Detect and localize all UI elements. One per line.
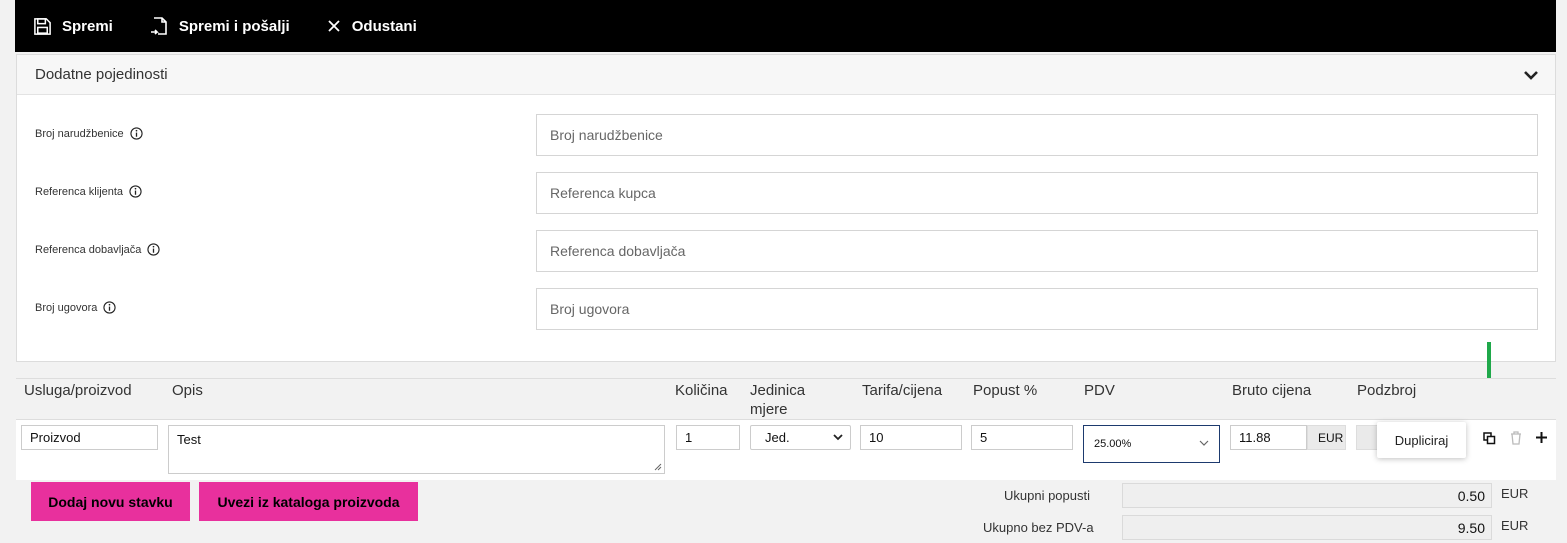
col-unit: Jedinica mjere <box>750 382 806 418</box>
col-discount: Popust % <box>973 382 1038 399</box>
total-net-value: 9.50 <box>1122 515 1492 540</box>
discount-input[interactable]: 5 <box>971 425 1073 450</box>
resize-handle-icon[interactable] <box>654 463 662 471</box>
unit-select[interactable]: Jed. <box>750 425 851 450</box>
col-description: Opis <box>172 382 203 399</box>
gross-price-input[interactable]: 11.88 <box>1230 425 1307 450</box>
info-icon[interactable] <box>129 185 142 198</box>
total-net-label: Ukupno bez PDV-a <box>983 520 1094 535</box>
info-icon[interactable] <box>147 243 161 256</box>
client-reference-input[interactable] <box>536 172 1538 214</box>
chevron-down-icon <box>1199 440 1209 446</box>
client-reference-row: Referenca klijenta <box>17 172 1555 214</box>
details-header[interactable]: Dodatne pojedinosti <box>17 55 1555 95</box>
import-catalog-button[interactable]: Uvezi iz kataloga proizvoda <box>199 482 418 521</box>
info-icon[interactable] <box>130 127 143 140</box>
toolbar: Spremi Spremi i pošalji Odustani <box>15 0 1556 52</box>
trash-icon[interactable] <box>1510 431 1522 445</box>
contract-number-label: Broj ugovora <box>35 301 117 314</box>
currency-label: EUR <box>1307 425 1346 450</box>
items-table-header: Usluga/proizvod Opis Količina Jedinica m… <box>16 378 1556 420</box>
cancel-label: Odustani <box>351 17 417 35</box>
supplier-reference-input[interactable] <box>536 230 1538 272</box>
duplicate-icon[interactable] <box>1483 432 1496 445</box>
save-icon <box>34 17 51 35</box>
details-panel: Dodatne pojedinosti Broj narudžbenice Re… <box>16 54 1556 362</box>
col-product: Usluga/proizvod <box>24 382 132 399</box>
price-input[interactable]: 10 <box>860 425 962 450</box>
info-icon[interactable] <box>103 301 117 314</box>
col-price: Tarifa/cijena <box>862 382 943 399</box>
quantity-input[interactable]: 1 <box>676 425 740 450</box>
send-document-icon <box>150 17 167 35</box>
col-vat: PDV <box>1084 382 1115 399</box>
supplier-reference-label: Referenca dobavljača <box>35 243 161 256</box>
chevron-down-icon <box>833 434 843 441</box>
order-number-row: Broj narudžbenice <box>17 114 1555 156</box>
total-discounts-value: 0.50 <box>1122 483 1492 508</box>
duplicate-tooltip: Dupliciraj <box>1377 422 1466 458</box>
save-label: Spremi <box>62 17 113 35</box>
total-net-currency: EUR <box>1501 518 1529 533</box>
save-send-button[interactable]: Spremi i pošalji <box>149 16 290 36</box>
details-title: Dodatne pojedinosti <box>35 66 168 83</box>
save-send-label: Spremi i pošalji <box>178 17 290 35</box>
save-button[interactable]: Spremi <box>33 17 113 36</box>
cancel-button[interactable]: Odustani <box>326 18 417 35</box>
order-number-label: Broj narudžbenice <box>35 127 143 140</box>
supplier-reference-row: Referenca dobavljača <box>17 230 1555 272</box>
col-quantity: Količina <box>675 382 728 399</box>
total-discounts-currency: EUR <box>1501 486 1529 501</box>
add-row-icon[interactable] <box>1536 432 1547 443</box>
product-input[interactable]: Proizvod <box>21 425 158 450</box>
order-number-input[interactable] <box>536 114 1538 156</box>
col-subtotal: Podzbroj <box>1357 382 1417 399</box>
total-discounts-label: Ukupni popusti <box>1004 488 1090 503</box>
client-reference-label: Referenca klijenta <box>35 185 142 198</box>
col-gross: Bruto cijena <box>1232 382 1312 399</box>
add-item-button[interactable]: Dodaj novu stavku <box>31 482 190 521</box>
contract-number-row: Broj ugovora <box>17 288 1555 330</box>
vat-select[interactable]: 25.00% <box>1083 425 1220 463</box>
description-textarea[interactable]: Test <box>168 425 665 474</box>
table-row: Proizvod Test 1 Jed. 10 5 25.00% 11.88 E… <box>16 420 1556 480</box>
contract-number-input[interactable] <box>536 288 1538 330</box>
close-icon <box>328 20 340 32</box>
chevron-down-icon[interactable] <box>1523 69 1539 81</box>
